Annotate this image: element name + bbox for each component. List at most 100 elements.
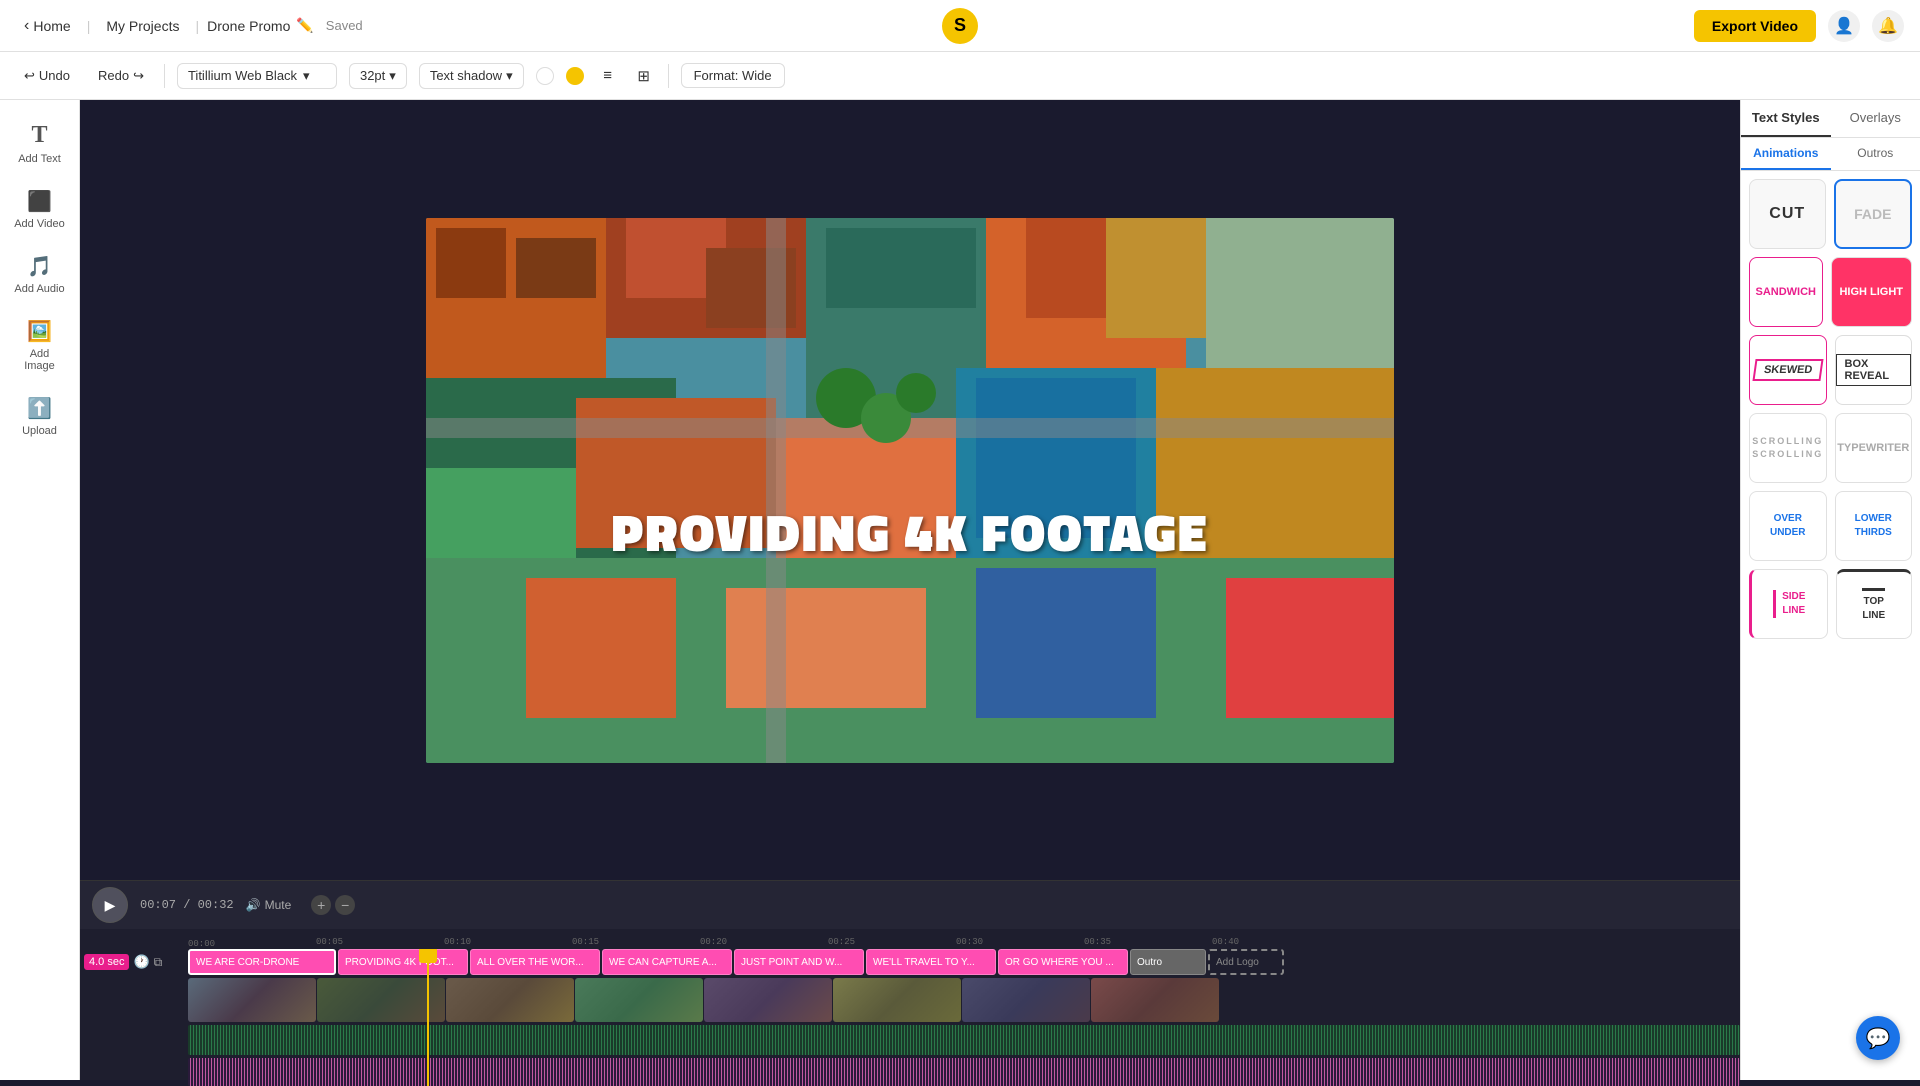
- zoom-controls: + −: [311, 895, 355, 915]
- animation-typewriter[interactable]: TYPEWRITER: [1835, 413, 1913, 483]
- animation-grid: CUT FADE SANDWICH HIGH LIGHT SKEWED: [1741, 171, 1920, 647]
- mute-button[interactable]: 🔊 Mute: [246, 898, 292, 912]
- ruler-mark-15: 00:15: [572, 931, 700, 949]
- zoom-out-button[interactable]: −: [335, 895, 355, 915]
- font-dropdown-icon: ▾: [303, 68, 310, 84]
- timeline-area: ▶ 00:07 / 00:32 🔊 Mute + − 00:00 00:05: [80, 880, 1740, 1080]
- text-shadow-button[interactable]: Text shadow ▾: [419, 63, 524, 89]
- ruler-mark-40: 00:40: [1212, 931, 1340, 949]
- copy-icon[interactable]: ⧉: [154, 955, 163, 970]
- font-size-label: 32pt: [360, 68, 385, 83]
- text-clip-outro[interactable]: Outro: [1130, 949, 1206, 975]
- color-white-picker[interactable]: [536, 67, 554, 85]
- size-dropdown-icon: ▾: [389, 68, 396, 84]
- undo-button[interactable]: ↩ Undo: [16, 64, 78, 88]
- animation-topline[interactable]: TOP LINE: [1836, 569, 1913, 639]
- typewriter-label: TYPEWRITER: [1837, 442, 1909, 454]
- animation-lowerthirds[interactable]: LOWER THIRDS: [1835, 491, 1913, 561]
- video-clip-2[interactable]: [317, 978, 445, 1022]
- add-image-button[interactable]: 🖼️ Add Image: [6, 309, 74, 382]
- animation-boxreveal[interactable]: BOX REVEAL: [1835, 335, 1913, 405]
- music-track-row: [80, 1058, 1740, 1086]
- add-audio-button[interactable]: 🎵 Add Audio: [6, 244, 74, 305]
- animation-overunder[interactable]: OVER UNDER: [1749, 491, 1827, 561]
- add-audio-label: Add Audio: [14, 283, 64, 295]
- zoom-in-button[interactable]: +: [311, 895, 331, 915]
- project-name-nav[interactable]: Drone Promo ✏️: [207, 17, 314, 34]
- video-clip-3[interactable]: [446, 978, 574, 1022]
- sideline-label: SIDE LINE: [1773, 590, 1805, 618]
- track-container: 4.0 sec 🕐 ⧉ WE ARE COR-DRONE PROVIDING 4…: [80, 949, 1740, 1086]
- track-header-text: 4.0 sec 🕐 ⧉: [84, 954, 188, 970]
- add-video-button[interactable]: ⬛ Add Video: [6, 179, 74, 240]
- export-video-button[interactable]: Export Video: [1694, 10, 1816, 42]
- color-yellow-picker[interactable]: [566, 67, 584, 85]
- text-clip-4[interactable]: WE CAN CAPTURE A...: [602, 949, 732, 975]
- audio-clip-2[interactable]: [188, 1058, 1740, 1086]
- add-text-label: Add Text: [18, 153, 61, 165]
- format-button[interactable]: Format: Wide: [681, 63, 785, 88]
- text-clip-1[interactable]: WE ARE COR-DRONE: [188, 949, 336, 975]
- audio-clip-1[interactable]: [188, 1025, 1740, 1055]
- tab-text-styles[interactable]: Text Styles: [1741, 100, 1831, 137]
- video-clip-1[interactable]: [188, 978, 316, 1022]
- upload-button[interactable]: ⬆️ Upload: [6, 386, 74, 447]
- panel-tabs: Text Styles Overlays: [1741, 100, 1920, 138]
- redo-label: Redo: [98, 68, 129, 83]
- video-clip-4[interactable]: [575, 978, 703, 1022]
- anim-row-2: SANDWICH HIGH LIGHT: [1749, 257, 1912, 327]
- ruler-mark-10: 00:10: [444, 931, 572, 949]
- add-video-label: Add Video: [14, 218, 65, 230]
- animation-sideline[interactable]: SIDE LINE: [1749, 569, 1828, 639]
- chat-support-button[interactable]: 💬: [1856, 1016, 1900, 1060]
- video-clip-8[interactable]: [1091, 978, 1219, 1022]
- user-account-button[interactable]: 👤: [1828, 10, 1860, 42]
- audio-icon: 🎵: [27, 254, 52, 279]
- video-clip-5[interactable]: [704, 978, 832, 1022]
- animation-subtabs: Animations Outros: [1741, 138, 1920, 171]
- grid-view-icon[interactable]: ⊞: [632, 64, 656, 88]
- subtab-animations[interactable]: Animations: [1741, 138, 1831, 170]
- image-icon: 🖼️: [27, 319, 52, 344]
- clock-icon[interactable]: 🕐: [133, 954, 149, 970]
- sandwich-label: SANDWICH: [1756, 286, 1817, 298]
- skewed-label: SKEWED: [1752, 359, 1823, 381]
- notifications-button[interactable]: 🔔: [1872, 10, 1904, 42]
- animation-highlight[interactable]: HIGH LIGHT: [1831, 257, 1913, 327]
- text-clip-5[interactable]: JUST POINT AND W...: [734, 949, 864, 975]
- scrolling-label: SCROLLING SCROLLING: [1752, 435, 1823, 460]
- ruler-mark-35: 00:35: [1084, 931, 1212, 949]
- animation-skewed[interactable]: SKEWED: [1749, 335, 1827, 405]
- edit-pencil-icon[interactable]: ✏️: [296, 17, 313, 34]
- animation-scrolling[interactable]: SCROLLING SCROLLING: [1749, 413, 1827, 483]
- my-projects-nav[interactable]: My Projects: [98, 14, 187, 38]
- nav-divider-1: |: [87, 18, 91, 34]
- fade-label: FADE: [1854, 206, 1891, 222]
- text-clip-2[interactable]: PROVIDING 4K FOOT...: [338, 949, 468, 975]
- arrow-left-icon: ‹: [24, 17, 29, 35]
- playhead-handle[interactable]: [419, 949, 437, 963]
- right-panel: Text Styles Overlays Animations Outros C…: [1740, 100, 1920, 1080]
- play-button[interactable]: ▶: [92, 887, 128, 923]
- animation-fade[interactable]: FADE: [1834, 179, 1913, 249]
- video-clip-6[interactable]: [833, 978, 961, 1022]
- font-family-select[interactable]: Titillium Web Black ▾: [177, 63, 337, 89]
- subtab-outros[interactable]: Outros: [1831, 138, 1920, 170]
- text-clip-6[interactable]: WE'LL TRAVEL TO Y...: [866, 949, 996, 975]
- video-clip-7[interactable]: [962, 978, 1090, 1022]
- text-clip-7[interactable]: OR GO WHERE YOU ...: [998, 949, 1128, 975]
- tab-overlays[interactable]: Overlays: [1831, 100, 1920, 137]
- time-display: 00:07 / 00:32: [140, 898, 234, 912]
- animation-sandwich[interactable]: SANDWICH: [1749, 257, 1823, 327]
- text-clip-addlogo[interactable]: Add Logo: [1208, 949, 1284, 975]
- add-text-button[interactable]: T Add Text: [6, 112, 74, 175]
- font-size-select[interactable]: 32pt ▾: [349, 63, 407, 89]
- project-name-label: Drone Promo: [207, 18, 290, 34]
- animation-cut[interactable]: CUT: [1749, 179, 1826, 249]
- saved-status: Saved: [326, 18, 363, 33]
- align-left-icon[interactable]: ≡: [596, 64, 620, 88]
- redo-button[interactable]: Redo ↪: [90, 64, 152, 88]
- highlight-label: HIGH LIGHT: [1839, 286, 1903, 298]
- home-nav[interactable]: ‹ Home: [16, 13, 79, 39]
- text-clip-3[interactable]: ALL OVER THE WOR...: [470, 949, 600, 975]
